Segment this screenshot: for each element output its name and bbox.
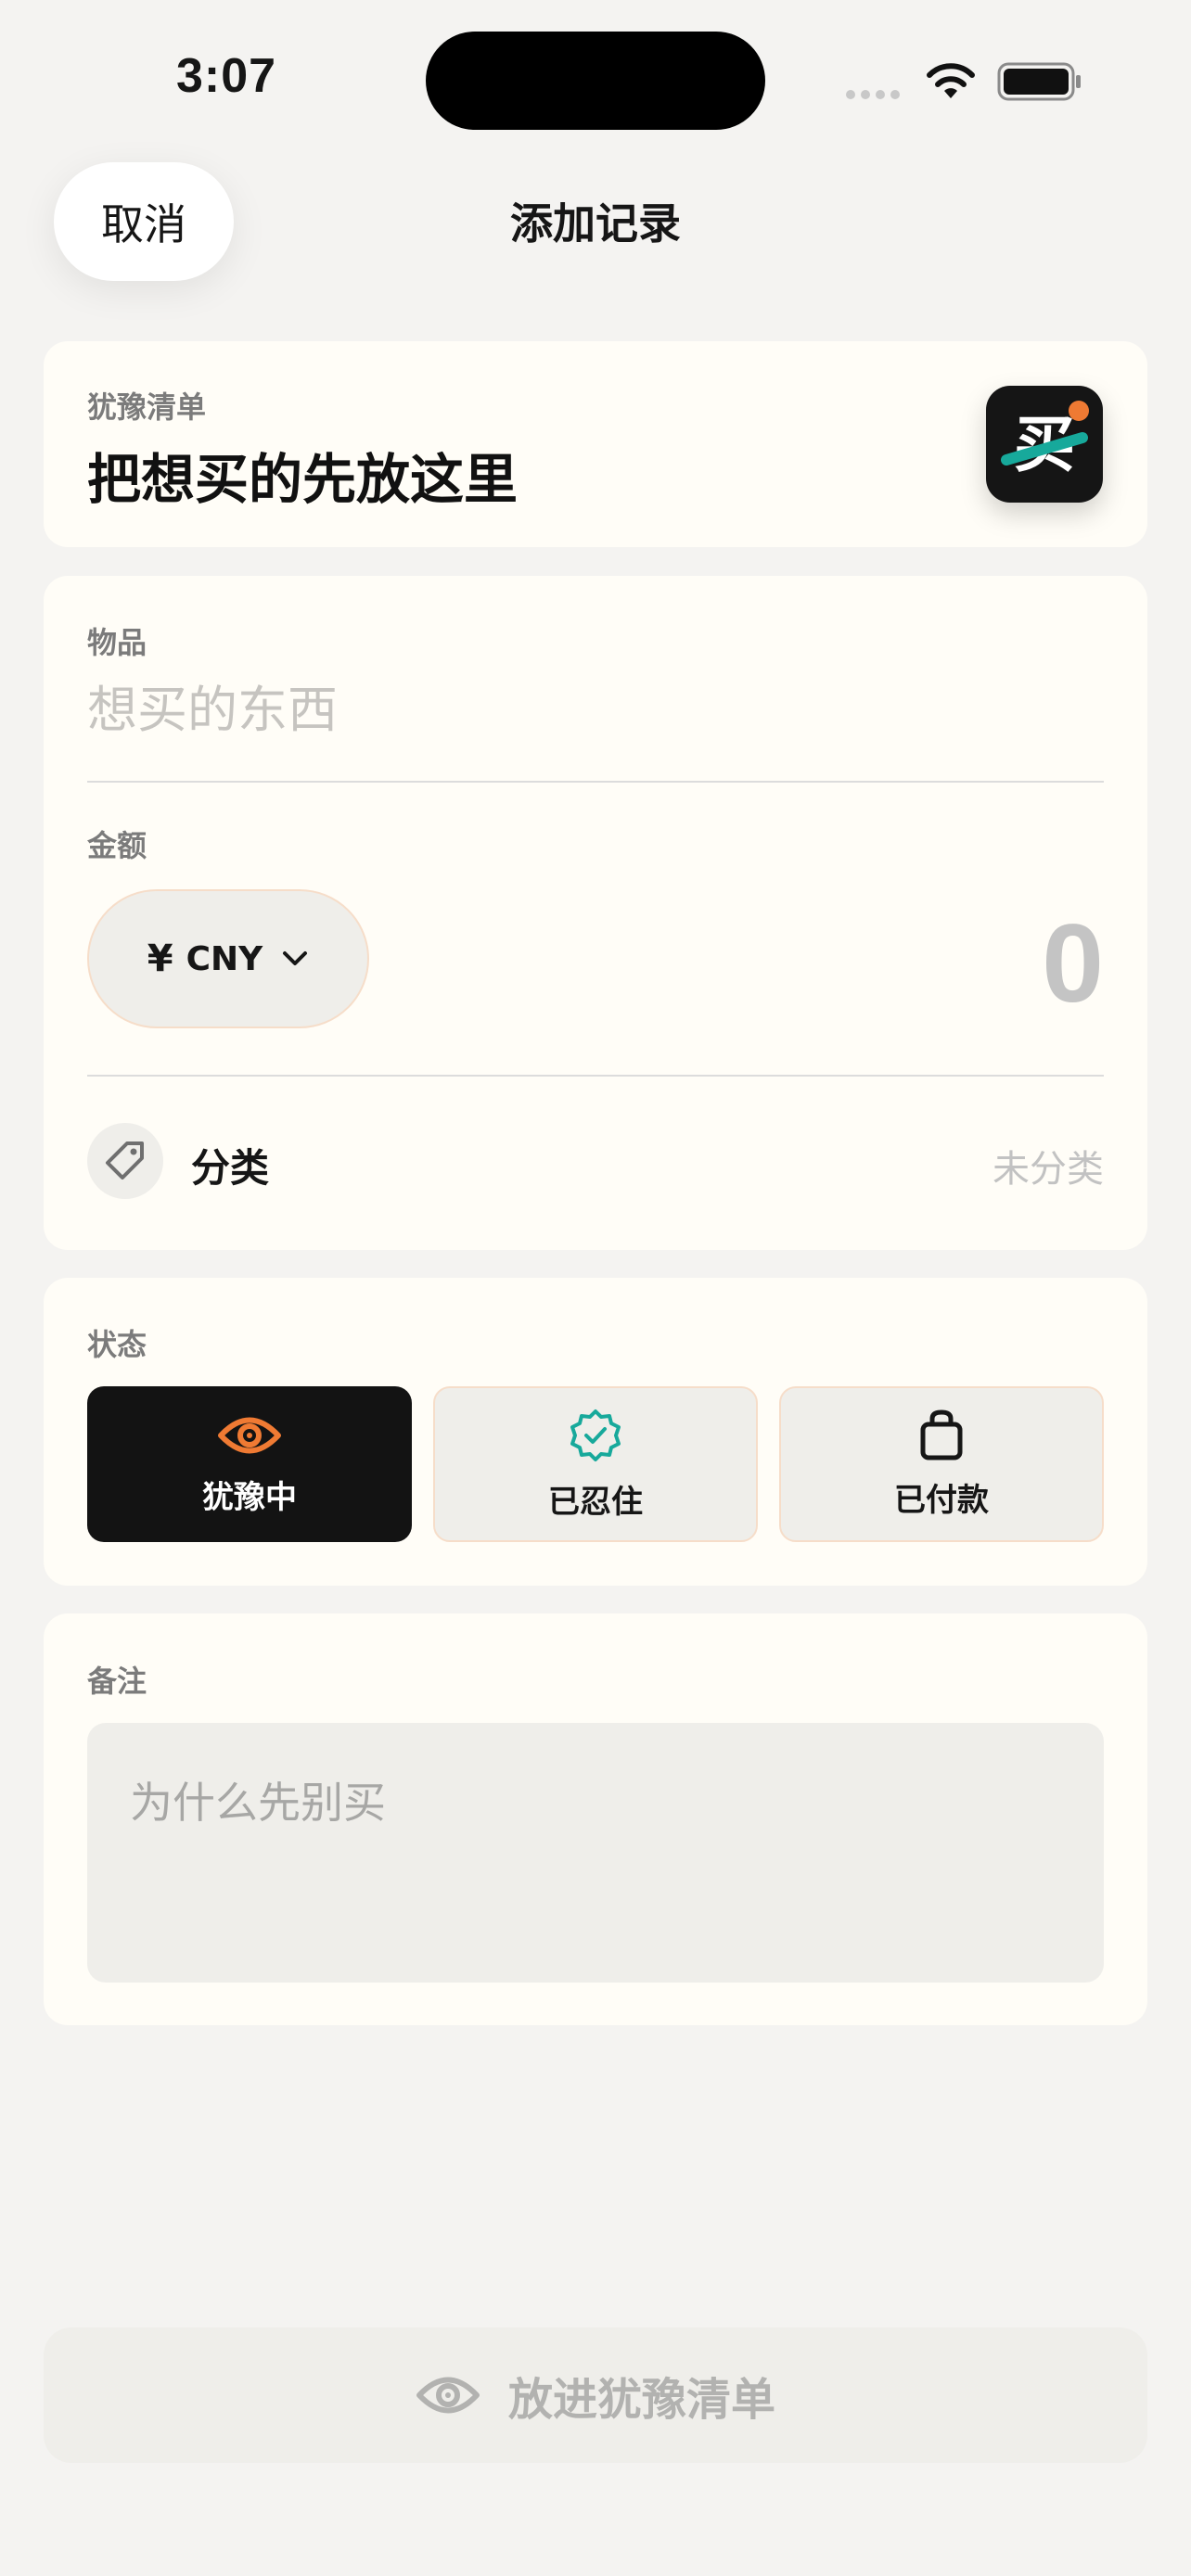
verified-badge-icon xyxy=(570,1409,621,1461)
submit-button-label: 放进犹豫清单 xyxy=(507,2374,775,2426)
dynamic-island xyxy=(426,32,765,130)
note-input[interactable] xyxy=(87,1723,1104,1983)
cellular-signal-icon xyxy=(846,90,900,99)
shopping-bag-icon xyxy=(920,1409,963,1460)
page-title: 添加记录 xyxy=(510,198,681,249)
app-logo: 买 xyxy=(986,386,1103,503)
hero-label: 犹豫清单 xyxy=(87,389,207,425)
status-option-label: 已忍住 xyxy=(548,1483,643,1521)
status-option-label: 犹豫中 xyxy=(202,1478,297,1516)
item-input[interactable] xyxy=(87,677,1102,742)
currency-symbol: ¥ xyxy=(147,937,173,980)
status-option-hesitating[interactable]: 犹豫中 xyxy=(87,1386,412,1542)
wifi-icon xyxy=(927,63,975,98)
submit-button[interactable]: 放进犹豫清单 xyxy=(44,2327,1147,2463)
battery-icon xyxy=(997,62,1081,101)
divider xyxy=(87,781,1104,783)
status-bar-time: 3:07 xyxy=(176,49,277,103)
tag-icon xyxy=(106,1141,144,1180)
hero-title: 把想买的先放这里 xyxy=(87,448,519,511)
eye-icon xyxy=(416,2377,480,2414)
chevron-down-icon xyxy=(283,951,308,965)
currency-selector[interactable]: ¥ CNY xyxy=(87,889,369,1028)
currency-code: CNY xyxy=(186,939,263,978)
amount-value[interactable]: 0 xyxy=(1042,899,1104,1027)
status-option-resisted[interactable]: 已忍住 xyxy=(433,1386,758,1542)
divider xyxy=(87,1075,1104,1077)
amount-label: 金额 xyxy=(87,828,147,863)
category-label[interactable]: 分类 xyxy=(191,1137,269,1193)
status-option-label: 已付款 xyxy=(894,1481,989,1519)
status-option-paid[interactable]: 已付款 xyxy=(779,1386,1104,1542)
note-label: 备注 xyxy=(87,1664,147,1699)
cancel-button[interactable]: 取消 xyxy=(54,162,234,281)
item-label: 物品 xyxy=(87,625,147,660)
eye-icon xyxy=(218,1417,281,1453)
status-label: 状态 xyxy=(87,1327,147,1362)
category-icon-container[interactable] xyxy=(87,1123,163,1199)
category-value[interactable]: 未分类 xyxy=(992,1139,1104,1192)
